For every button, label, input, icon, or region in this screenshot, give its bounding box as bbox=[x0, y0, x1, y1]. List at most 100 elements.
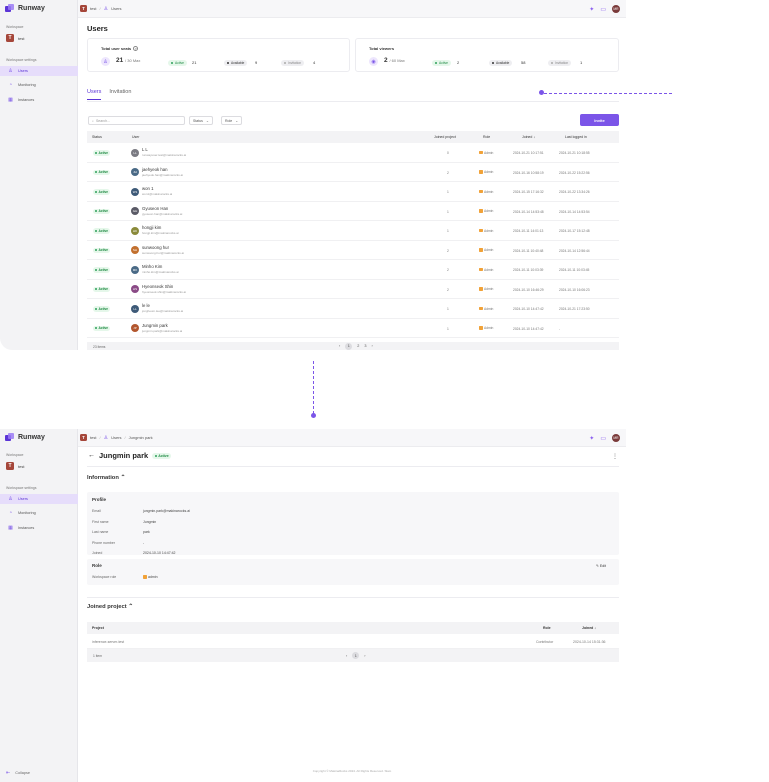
col-status[interactable]: Status bbox=[92, 135, 102, 139]
page-1[interactable]: 1 bbox=[345, 342, 353, 350]
notification-icon[interactable]: ✦ bbox=[589, 6, 594, 13]
prev-page-icon[interactable]: ‹ bbox=[346, 654, 347, 658]
col-role[interactable]: Role bbox=[543, 626, 551, 630]
notification-icon[interactable]: ✦ bbox=[589, 435, 594, 442]
workspace-selector[interactable]: T test bbox=[6, 34, 24, 42]
more-options-icon[interactable]: ⋮ bbox=[612, 453, 618, 460]
joined-date: 2024-10-11 10:40:48 bbox=[513, 248, 544, 253]
user-name[interactable]: L L bbox=[142, 147, 148, 152]
sidebar-item-instances[interactable]: ▦ Instances bbox=[0, 95, 78, 105]
user-avatar[interactable]: MR bbox=[612, 434, 620, 442]
edit-button[interactable]: ✎ Edit bbox=[596, 564, 606, 568]
table-row[interactable]: Active HK hongji kim hongji.kim@makinarocks… bbox=[87, 221, 619, 241]
workspace-selector[interactable]: T test bbox=[6, 462, 24, 470]
table-row[interactable]: Active LL le le jongheum.lee@makinarocks.ai… bbox=[87, 299, 619, 319]
active-pill: Active bbox=[432, 60, 451, 66]
col-joined[interactable]: Joined ↓ bbox=[522, 135, 535, 139]
topbar-actions: ✦ ▭ MR bbox=[589, 434, 620, 442]
avatar: SH bbox=[131, 246, 139, 254]
user-avatar[interactable]: MR bbox=[612, 5, 620, 13]
joined-project-count: 2 bbox=[447, 170, 449, 175]
joined-project-count: 1 bbox=[447, 229, 449, 233]
table-row[interactable]: Active GH Gyuseon Han gyuseon.han@makinaroc… bbox=[87, 202, 619, 221]
breadcrumb-separator: / bbox=[124, 435, 126, 440]
status-badge: Active bbox=[93, 169, 111, 175]
user-role: Admin bbox=[479, 209, 493, 213]
item-count: 1 item bbox=[93, 654, 102, 658]
table-row[interactable]: Active MK Minho Kim minho.kim@makinarocks.a… bbox=[87, 260, 619, 280]
sidebar-item-monitoring[interactable]: ◔ Monitoring bbox=[0, 508, 78, 518]
user-name[interactable]: sunwoong hur bbox=[142, 245, 169, 250]
sidebar-item-users[interactable]: ♙ Users bbox=[0, 66, 78, 76]
user-role: Admin bbox=[479, 229, 493, 233]
avatar: HS bbox=[131, 285, 139, 293]
chevron-up-icon: ⌃ bbox=[120, 475, 126, 481]
help-icon[interactable]: ? bbox=[133, 46, 139, 52]
user-name[interactable]: hongji kim bbox=[142, 225, 161, 230]
user-name[interactable]: won 1 bbox=[142, 186, 153, 191]
page-header: ← Jungmin park Active bbox=[88, 451, 172, 460]
joined-date: 2024-10-10 14:47:42 bbox=[513, 326, 544, 331]
invitation-pill: Invitation bbox=[281, 60, 305, 66]
page-3[interactable]: 3 bbox=[364, 344, 366, 348]
prev-page-icon[interactable]: ‹ bbox=[339, 344, 340, 348]
next-page-icon[interactable]: › bbox=[364, 654, 365, 658]
user-role: Admin bbox=[479, 268, 493, 272]
table-row[interactable]: Active W1 won 1 won1@makinarocks.ai 1 Admin 20… bbox=[87, 182, 619, 202]
invite-button[interactable]: Invite bbox=[580, 114, 619, 126]
status-badge: Active bbox=[93, 150, 111, 156]
last-logged-in: 2024-10-11 10:03:45 bbox=[559, 268, 590, 272]
role-panel: Role ✎ Edit Workspace role admin bbox=[87, 559, 619, 585]
docs-icon[interactable]: ▭ bbox=[600, 435, 606, 442]
table-header: Status User Joined project Role Joined ↓… bbox=[87, 131, 619, 143]
collapse-button[interactable]: ⇤ Collapse bbox=[6, 770, 30, 776]
email-value: jungmin.park@makinarocks.ai bbox=[143, 509, 190, 513]
table-row[interactable]: inference-server-test Contributor 2024-1… bbox=[87, 635, 619, 649]
user-name[interactable]: Jungmin park bbox=[142, 323, 168, 328]
logo[interactable]: Runway bbox=[5, 4, 45, 13]
table-row[interactable]: Active SH sunwoong hur sunwoong.hur@makinar… bbox=[87, 241, 619, 260]
user-name[interactable]: Gyuseon Han bbox=[142, 206, 168, 211]
col-role[interactable]: Role bbox=[483, 135, 490, 139]
project-joined: 2024-10-14 15:31:36 bbox=[573, 640, 606, 644]
joined-project-toggle[interactable]: Joined project ⌃ bbox=[87, 604, 133, 610]
sidebar-item-users[interactable]: ♙ Users bbox=[0, 494, 78, 504]
table-row[interactable]: Active LL L Lrunwayuser.test@makinarocks.a… bbox=[87, 143, 619, 163]
tabs: Users Invitation bbox=[87, 89, 131, 100]
back-arrow-icon[interactable]: ← bbox=[88, 452, 95, 459]
user-name[interactable]: le le bbox=[142, 303, 150, 308]
tab-users[interactable]: Users bbox=[87, 89, 102, 100]
breadcrumb-users[interactable]: Users bbox=[111, 435, 121, 440]
user-name[interactable]: jaehyeok han bbox=[142, 167, 168, 172]
sidebar-item-instances[interactable]: ▦ Instances bbox=[0, 523, 78, 533]
sidebar-item-monitoring[interactable]: ◔ Monitoring bbox=[0, 80, 78, 90]
table-row[interactable]: Active JP Jungmin park jungmin.park@makinar… bbox=[87, 319, 619, 338]
col-joined-project[interactable]: Joined project bbox=[434, 135, 456, 139]
table-row[interactable]: Active JH jaehyeok han jaehyeok.han@makinar… bbox=[87, 163, 619, 182]
col-project[interactable]: Project bbox=[92, 626, 104, 630]
page-2[interactable]: 2 bbox=[357, 344, 359, 348]
col-user[interactable]: User bbox=[132, 135, 139, 139]
breadcrumb-workspace[interactable]: test bbox=[90, 6, 96, 11]
status-filter[interactable]: Status ⌄ bbox=[189, 116, 213, 125]
sidebar-item-label: Users bbox=[18, 69, 28, 73]
joined-date: 2024-10-16 10:58:19 bbox=[513, 170, 544, 175]
user-name[interactable]: Minho Kim bbox=[142, 264, 162, 269]
status-badge: Active bbox=[93, 189, 111, 195]
next-page-icon[interactable]: › bbox=[372, 344, 373, 348]
breadcrumb-workspace[interactable]: test bbox=[90, 435, 96, 440]
tab-invitation[interactable]: Invitation bbox=[109, 89, 131, 100]
available-count: 58 bbox=[521, 60, 526, 65]
user-name[interactable]: Hyeonseok Shin bbox=[142, 284, 173, 289]
joined-project-count: 0 bbox=[447, 151, 449, 155]
search-input[interactable]: ⌕ Search... bbox=[88, 116, 185, 125]
col-joined[interactable]: Joined ↓ bbox=[582, 626, 596, 630]
page-1[interactable]: 1 bbox=[352, 652, 360, 659]
col-last-logged-in[interactable]: Last logged in bbox=[565, 135, 587, 139]
docs-icon[interactable]: ▭ bbox=[600, 6, 606, 13]
table-row[interactable]: Active HS Hyeonseok Shin hyeonseok.shin@mak… bbox=[87, 280, 619, 299]
information-toggle[interactable]: Information ⌃ bbox=[87, 475, 125, 481]
email-label: Email bbox=[92, 509, 101, 513]
role-filter[interactable]: Role ⌄ bbox=[221, 116, 243, 125]
logo[interactable]: Runway bbox=[5, 433, 45, 442]
